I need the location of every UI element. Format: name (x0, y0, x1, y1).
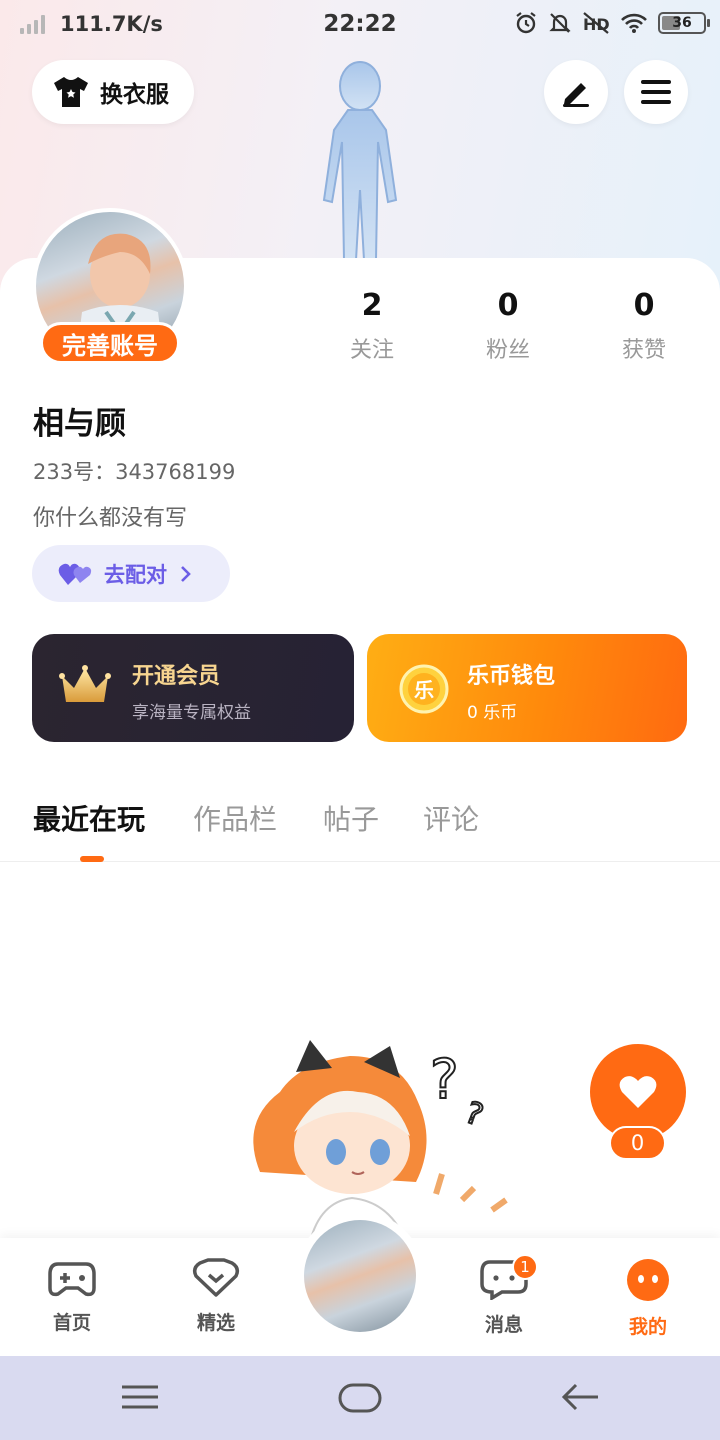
stat-following[interactable]: 2 关注 (322, 288, 422, 364)
tab-recently-played[interactable]: 最近在玩 (33, 798, 145, 838)
user-bio: 你什么都没有写 (33, 506, 188, 531)
content-tabs: 最近在玩 作品栏 帖子 评论 (0, 794, 720, 862)
pen-icon (563, 83, 589, 107)
nav-home-label: 首页 (52, 1312, 91, 1334)
shirt-icon (54, 77, 88, 107)
stat-likes[interactable]: 0 获赞 (594, 288, 694, 364)
hamburger-menu-icon (641, 80, 671, 104)
vip-subtitle: 享海量专属权益 (132, 703, 251, 723)
following-count: 2 (361, 288, 383, 323)
battery-icon: 36 (658, 12, 710, 34)
like-count: 0 (609, 1126, 666, 1160)
nav-messages[interactable]: 消息 (454, 1258, 554, 1337)
gamepad-icon (48, 1262, 96, 1297)
heart-icon (619, 1076, 657, 1108)
nav-me-label: 我的 (628, 1316, 667, 1338)
no-hd-icon: HD (583, 12, 610, 34)
recent-apps-icon[interactable] (120, 1382, 160, 1412)
complete-account-badge[interactable]: 完善账号 (40, 322, 180, 364)
username: 相与顾 (33, 406, 126, 442)
change-outfit-button[interactable]: 换衣服 (32, 60, 194, 124)
menu-button[interactable] (624, 60, 688, 124)
crown-icon (59, 665, 111, 702)
nav-featured[interactable]: 精选 (166, 1258, 266, 1335)
double-heart-icon (58, 563, 92, 585)
change-outfit-label: 换衣服 (100, 82, 169, 108)
followers-label: 粉丝 (485, 338, 530, 363)
back-key-icon[interactable] (560, 1382, 600, 1412)
stat-followers[interactable]: 0 粉丝 (458, 288, 558, 364)
home-key-icon[interactable] (338, 1382, 382, 1414)
wallet-card[interactable]: 乐 乐币钱包 0 乐币 (367, 634, 687, 742)
status-icons: HD 36 (514, 11, 710, 35)
user-id: 233号：343768199 (33, 460, 236, 484)
alarm-icon (516, 12, 536, 34)
pair-label: 去配对 (104, 562, 167, 587)
nav-center-avatar[interactable] (296, 1212, 424, 1340)
message-badge: 1 (512, 1254, 538, 1280)
wifi-icon (621, 13, 647, 33)
tab-works[interactable]: 作品栏 (193, 798, 277, 838)
vip-title: 开通会员 (132, 664, 221, 689)
heart-chat-icon (192, 1258, 240, 1297)
wallet-balance: 0 乐币 (467, 703, 518, 723)
nav-home[interactable]: 首页 (22, 1258, 122, 1335)
mute-bell-icon (549, 13, 571, 33)
chevron-right-icon (181, 565, 191, 582)
coin-glyph: 乐 (414, 678, 434, 702)
nav-featured-label: 精选 (196, 1312, 235, 1334)
nav-avatar-image (304, 1220, 416, 1332)
status-bar: 111.7K/s 22:22 HD 36 (0, 0, 720, 50)
battery-level: 36 (672, 15, 692, 31)
following-label: 关注 (349, 338, 394, 363)
nav-me[interactable]: 我的 (598, 1258, 698, 1339)
vip-membership-card[interactable]: 开通会员 享海量专属权益 (32, 634, 354, 742)
coin-icon: 乐 (399, 664, 449, 714)
followers-count: 0 (497, 288, 519, 323)
active-tab-indicator (80, 856, 104, 862)
svg-text:?: ? (461, 1095, 488, 1133)
empty-state-mascot: ? ? (253, 1040, 508, 1242)
likes-count: 0 (633, 288, 655, 323)
wallet-title: 乐币钱包 (467, 664, 556, 689)
nav-messages-label: 消息 (484, 1314, 523, 1336)
svg-text:?: ? (430, 1048, 459, 1111)
tab-posts[interactable]: 帖子 (323, 798, 379, 838)
face-icon (627, 1259, 669, 1301)
tab-comments[interactable]: 评论 (423, 798, 479, 838)
pair-button[interactable]: 去配对 (32, 545, 230, 602)
system-navigation-bar (0, 1356, 720, 1440)
edit-profile-button[interactable] (544, 60, 608, 124)
avatar-hologram-figure (322, 61, 398, 261)
likes-label: 获赞 (621, 338, 666, 363)
